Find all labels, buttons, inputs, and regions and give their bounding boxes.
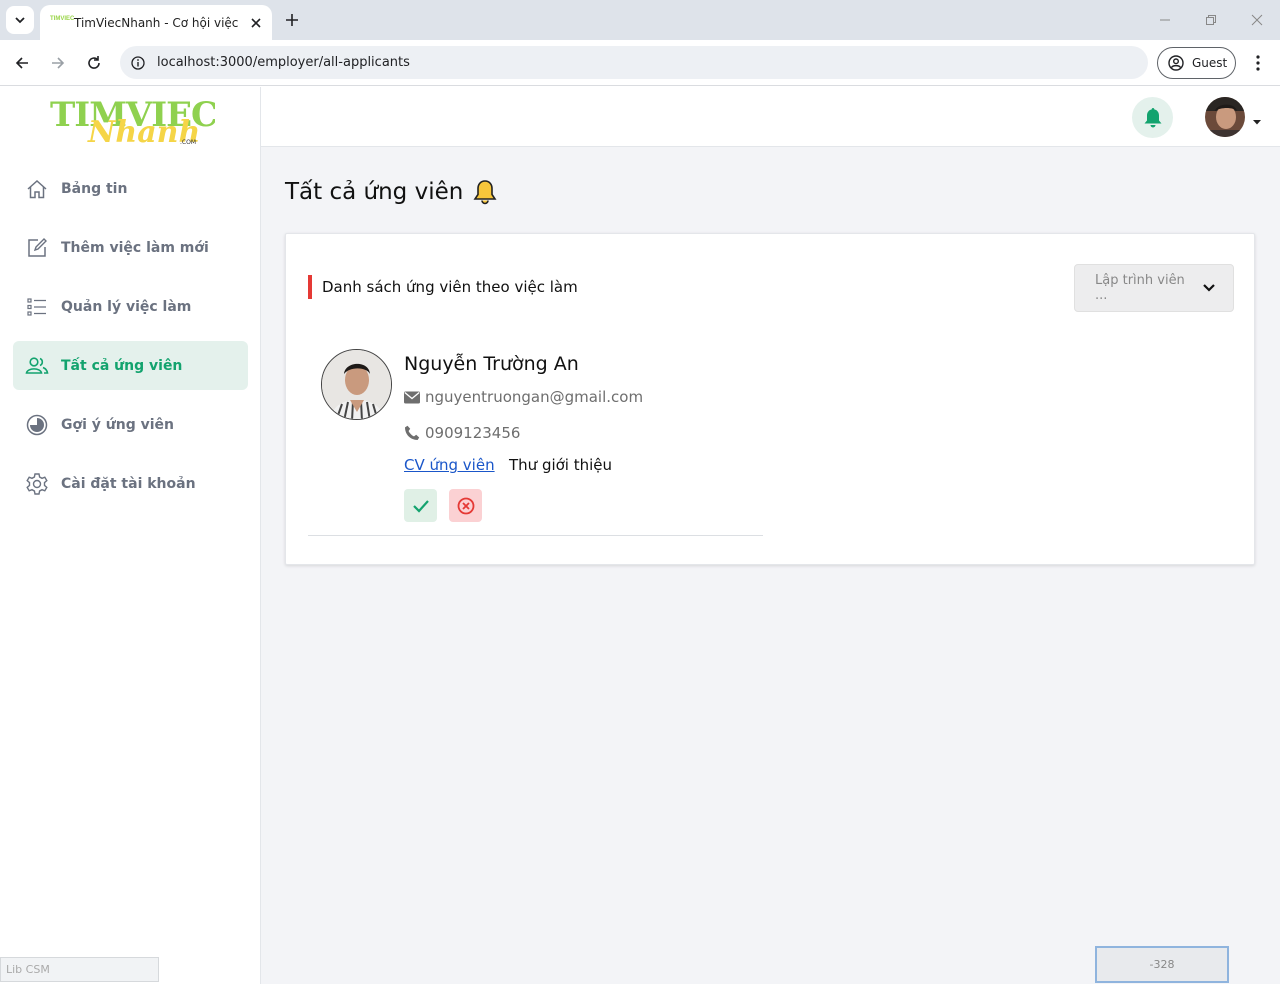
applicant-phone-row: 0909123456 <box>404 424 520 442</box>
cv-link[interactable]: CV ứng viên <box>404 456 495 474</box>
minimize-icon <box>1160 19 1170 21</box>
page-header: Tất cả ứng viên <box>285 178 499 206</box>
bell-icon <box>471 178 499 206</box>
tab-title: TimViecNhanh - Cơ hội việc làm <box>74 15 242 30</box>
notifications-button[interactable] <box>1132 97 1173 138</box>
reload-button[interactable] <box>82 51 106 75</box>
section-accent-bar <box>308 275 312 299</box>
reload-icon <box>88 56 100 69</box>
applicant-phone: 0909123456 <box>425 424 521 442</box>
browser-menu-button[interactable] <box>1248 51 1268 75</box>
pie-chart-icon <box>25 413 49 437</box>
site-info-icon[interactable] <box>130 55 146 71</box>
sidebar-item-suggested-applicants[interactable]: Gợi ý ứng viên <box>13 400 248 449</box>
account-circle-icon <box>1168 55 1184 71</box>
restore-button[interactable] <box>1201 10 1221 30</box>
settings-icon <box>25 472 49 496</box>
profile-button[interactable]: Guest <box>1157 47 1236 79</box>
edit-icon <box>25 236 49 260</box>
counter-box: -328 <box>1095 946 1229 983</box>
close-icon <box>1251 14 1263 26</box>
more-vert-icon <box>1256 55 1260 71</box>
browser-toolbar: localhost:3000/employer/all-applicants G… <box>0 40 1280 86</box>
close-icon <box>251 17 261 28</box>
phone-icon <box>404 425 420 441</box>
chevron-down-icon <box>1201 280 1217 296</box>
user-avatar[interactable] <box>1205 97 1245 137</box>
section-title: Danh sách ứng viên theo việc làm <box>322 278 578 296</box>
browser-tab[interactable]: TIMVIEC TimViecNhanh - Cơ hội việc làm <box>40 5 272 40</box>
tab-close-button[interactable] <box>248 15 264 31</box>
caret-down-icon[interactable] <box>1252 113 1262 125</box>
sidebar-item-label: Thêm việc làm mới <box>61 239 209 256</box>
bell-icon <box>1144 107 1161 127</box>
check-icon <box>412 499 429 513</box>
main-content: Tất cả ứng viên Danh sách ứng viên theo … <box>261 87 1280 984</box>
address-bar[interactable]: localhost:3000/employer/all-applicants <box>120 46 1148 79</box>
sidebar-item-all-applicants[interactable]: Tất cả ứng viên <box>13 341 248 390</box>
applicant-item: Nguyễn Trường An nguyentruongan@gmail.co… <box>308 344 763 536</box>
sidebar-item-manage-jobs[interactable]: Quản lý việc làm <box>13 282 248 331</box>
sidebar: TIMVIEC Nhanh .COM Bảng tin Thêm việc là… <box>0 87 261 984</box>
sidebar-item-label: Quản lý việc làm <box>61 298 192 315</box>
sidebar-item-label: Tất cả ứng viên <box>61 357 183 374</box>
reject-button[interactable] <box>449 489 482 522</box>
minimize-button[interactable] <box>1155 10 1175 30</box>
applicant-name: Nguyễn Trường An <box>404 353 579 375</box>
applicant-avatar <box>321 349 392 420</box>
close-window-button[interactable] <box>1247 10 1267 30</box>
sidebar-item-label: Bảng tin <box>61 180 128 197</box>
section-header: Danh sách ứng viên theo việc làm <box>308 275 578 299</box>
browser-tab-bar: TIMVIEC TimViecNhanh - Cơ hội việc làm <box>0 0 1280 40</box>
plus-icon <box>286 14 298 26</box>
top-header <box>261 87 1280 147</box>
envelope-icon <box>404 389 420 405</box>
sidebar-item-account-settings[interactable]: Cài đặt tài khoản <box>13 459 248 508</box>
home-icon <box>25 177 49 201</box>
restore-icon <box>1206 15 1216 25</box>
favicon-icon: TIMVIEC <box>50 15 75 22</box>
profile-label: Guest <box>1192 56 1228 70</box>
arrow-left-icon <box>15 57 28 69</box>
users-icon <box>25 354 49 378</box>
forward-button[interactable] <box>46 51 70 75</box>
applicant-email: nguyentruongan@gmail.com <box>425 388 644 406</box>
sidebar-item-dashboard[interactable]: Bảng tin <box>13 164 248 213</box>
page-title: Tất cả ứng viên <box>285 179 464 205</box>
accept-button[interactable] <box>404 489 437 522</box>
chevron-down-icon <box>15 17 25 24</box>
logo-suffix-text: .COM <box>180 139 196 146</box>
sidebar-item-add-job[interactable]: Thêm việc làm mới <box>13 223 248 272</box>
cover-letter-link[interactable]: Thư giới thiệu <box>509 456 612 474</box>
sidebar-item-label: Gợi ý ứng viên <box>61 416 174 433</box>
back-button[interactable] <box>10 51 34 75</box>
applicant-email-row: nguyentruongan@gmail.com <box>404 388 643 406</box>
new-tab-button[interactable] <box>282 10 302 30</box>
x-circle-icon <box>457 497 474 514</box>
job-filter-value: Lập trình viên ... <box>1095 273 1185 303</box>
sidebar-item-label: Cài đặt tài khoản <box>61 475 196 492</box>
list-icon <box>25 295 49 319</box>
url-text: localhost:3000/employer/all-applicants <box>157 55 410 70</box>
applicants-card: Danh sách ứng viên theo việc làm Lập trì… <box>285 233 1255 565</box>
site-logo[interactable]: TIMVIEC Nhanh .COM <box>50 92 218 152</box>
job-filter-select[interactable]: Lập trình viên ... <box>1074 264 1234 312</box>
arrow-right-icon <box>52 57 65 69</box>
lib-csm-label: Lib CSM <box>0 957 159 982</box>
tab-search-button[interactable] <box>6 6 34 34</box>
